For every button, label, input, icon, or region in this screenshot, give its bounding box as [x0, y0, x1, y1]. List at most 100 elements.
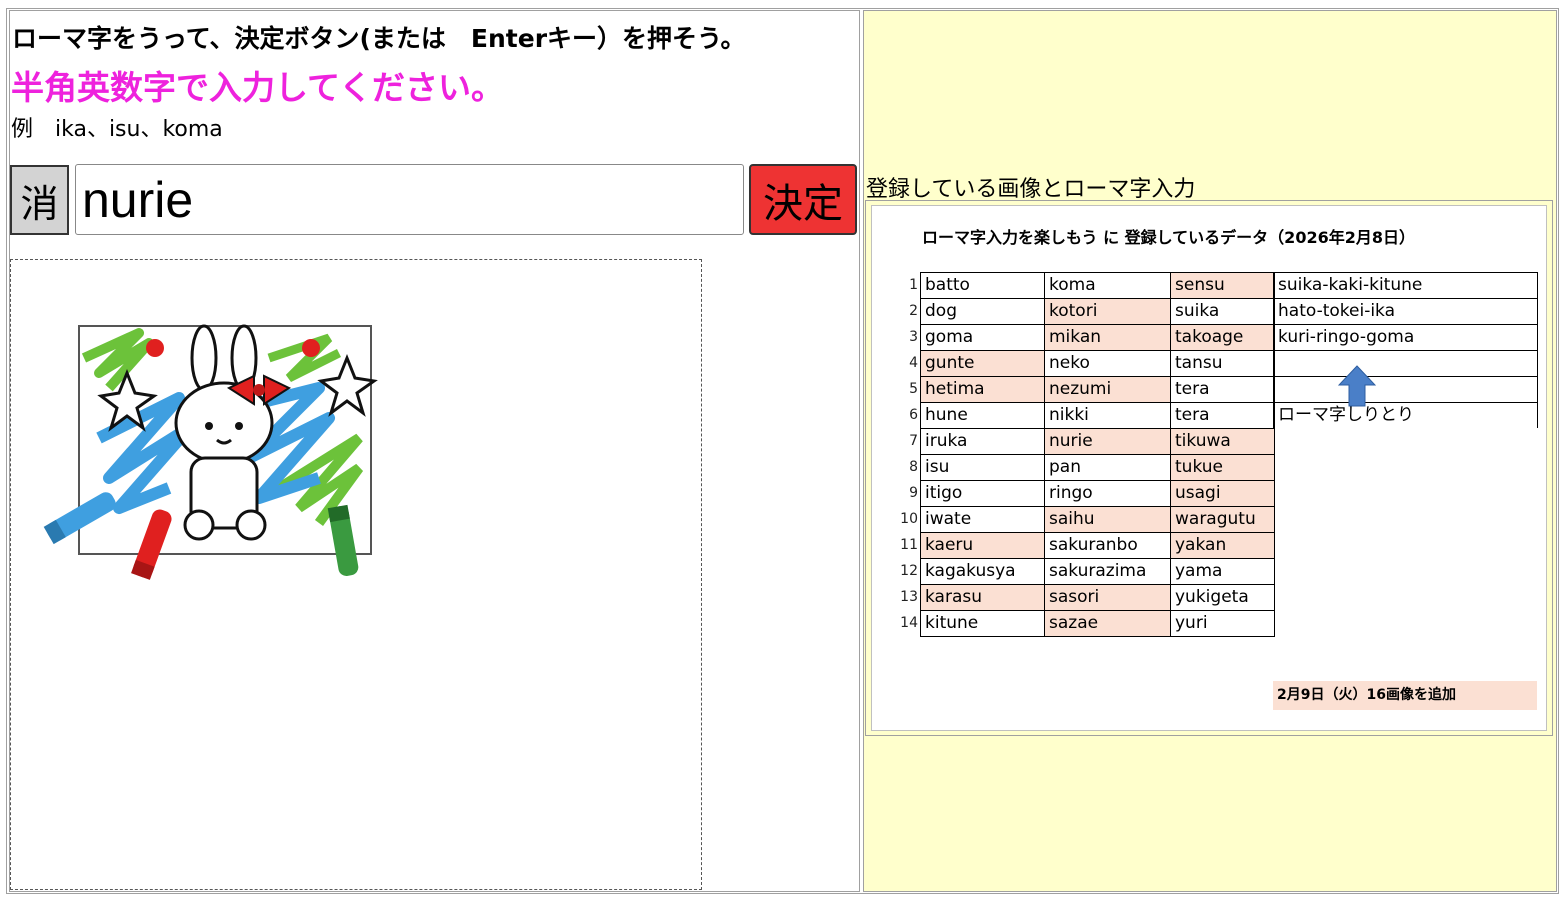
- instruction-text: ローマ字をうって、決定ボタン(または Enterキー）を押そう。: [12, 24, 746, 53]
- registered-data-image: ローマ字入力を楽しもう に 登録しているデータ（2026年2月8日） 1 batt…: [871, 205, 1547, 731]
- word-cell: iruka: [920, 428, 1045, 455]
- table-row: 4 gunte neko tansu: [900, 350, 1275, 377]
- word-cell: kaeru: [920, 532, 1045, 559]
- table-row: suika-kaki-kitune: [1273, 272, 1538, 299]
- word-cell: sakurazima: [1044, 558, 1171, 585]
- decide-button[interactable]: 決定: [749, 164, 857, 235]
- nurie-illustration: [43, 324, 378, 580]
- table-row: 12 kagakusya sakurazima yama: [900, 558, 1275, 585]
- registered-panel: 登録している画像とローマ字入力 ローマ字入力を楽しもう に 登録しているデータ（…: [863, 10, 1557, 892]
- row-number: 5: [909, 381, 918, 397]
- word-cell: sazae: [1044, 610, 1171, 637]
- word-cell: yakan: [1170, 532, 1275, 559]
- table-row: ローマ字しりとり: [1273, 402, 1538, 428]
- word-cell: sensu: [1170, 272, 1275, 299]
- registered-data-frame: ローマ字入力を楽しもう に 登録しているデータ（2026年2月8日） 1 batt…: [865, 200, 1553, 736]
- table-row: 9 itigo ringo usagi: [900, 480, 1275, 507]
- table-row: kuri-ringo-goma: [1273, 324, 1538, 351]
- up-arrow-icon: [1338, 365, 1376, 407]
- table-row: [1273, 376, 1538, 403]
- word-cell: nurie: [1044, 428, 1171, 455]
- word-cell: sakuranbo: [1044, 532, 1171, 559]
- sheet-title: ローマ字入力を楽しもう に 登録しているデータ（2026年2月8日）: [922, 228, 1415, 247]
- word-cell: kagakusya: [920, 558, 1045, 585]
- row-number: 2: [909, 303, 918, 319]
- table-row: 3 goma mikan takoage: [900, 324, 1275, 351]
- table-row: 6 hune nikki tera: [900, 402, 1275, 429]
- table-row: 13 karasu sasori yukigeta: [900, 584, 1275, 611]
- table-row: 11 kaeru sakuranbo yakan: [900, 532, 1275, 559]
- row-number: 13: [900, 589, 918, 605]
- row-number: 14: [900, 615, 918, 631]
- table-row: hato-tokei-ika: [1273, 298, 1538, 325]
- result-image-area: [10, 259, 702, 890]
- word-cell: isu: [920, 454, 1045, 481]
- word-cell: itigo: [920, 480, 1045, 507]
- table-row: 5 hetima nezumi tera: [900, 376, 1275, 403]
- word-cell: tansu: [1170, 350, 1275, 377]
- word-cell: tera: [1170, 402, 1275, 429]
- word-cell: yukigeta: [1170, 584, 1275, 611]
- word-cell: kitune: [920, 610, 1045, 637]
- word-cell: goma: [920, 324, 1045, 351]
- table-row: 14 kitune sazae yuri: [900, 610, 1275, 637]
- romaji-input[interactable]: [75, 164, 744, 235]
- word-cell: yuri: [1170, 610, 1275, 637]
- update-note: 2月9日（火）16画像を追加: [1273, 681, 1537, 710]
- word-cell: dog: [920, 298, 1045, 325]
- word-cell: hetima: [920, 376, 1045, 403]
- word-cell: suika: [1170, 298, 1275, 325]
- word-cell: kotori: [1044, 298, 1171, 325]
- word-cell: karasu: [920, 584, 1045, 611]
- word-cell: pan: [1044, 454, 1171, 481]
- chain-cell: [1273, 376, 1538, 403]
- word-cell: nezumi: [1044, 376, 1171, 403]
- registered-label: 登録している画像とローマ字入力: [866, 177, 1196, 202]
- shiritori-table: suika-kaki-kitune hato-tokei-ika kuri-ring…: [1273, 272, 1538, 428]
- row-number: 6: [909, 407, 918, 423]
- table-row: 2 dog kotori suika: [900, 298, 1275, 325]
- input-panel: ローマ字をうって、決定ボタン(または Enterキー）を押そう。 半角英数字で入…: [9, 10, 860, 892]
- table-row: 8 isu pan tukue: [900, 454, 1275, 481]
- word-table: 1 batto koma sensu 2 dog kotori suika 3 goma mikan…: [900, 272, 1275, 637]
- word-cell: mikan: [1044, 324, 1171, 351]
- word-cell: iwate: [920, 506, 1045, 533]
- word-cell: ringo: [1044, 480, 1171, 507]
- row-number: 3: [909, 329, 918, 345]
- word-cell: sasori: [1044, 584, 1171, 611]
- chain-cell: hato-tokei-ika: [1273, 298, 1538, 325]
- chain-cell: suika-kaki-kitune: [1273, 272, 1538, 299]
- table-row: 7 iruka nurie tikuwa: [900, 428, 1275, 455]
- example-text: 例 ika、isu、koma: [11, 117, 223, 142]
- word-cell: saihu: [1044, 506, 1171, 533]
- row-number: 7: [909, 433, 918, 449]
- word-cell: waragutu: [1170, 506, 1275, 533]
- table-row: 1 batto koma sensu: [900, 272, 1275, 299]
- row-number: 9: [909, 485, 918, 501]
- word-cell: gunte: [920, 350, 1045, 377]
- word-cell: tikuwa: [1170, 428, 1275, 455]
- word-cell: usagi: [1170, 480, 1275, 507]
- word-cell: yama: [1170, 558, 1275, 585]
- table-row: 10 iwate saihu waragutu: [900, 506, 1275, 533]
- clear-button[interactable]: 消: [10, 165, 69, 235]
- word-cell: batto: [920, 272, 1045, 299]
- row-number: 8: [909, 459, 918, 475]
- halfwidth-warning: 半角英数字で入力してください。: [11, 68, 505, 107]
- row-number: 1: [909, 277, 918, 293]
- row-number: 4: [909, 355, 918, 371]
- row-number: 10: [900, 511, 918, 527]
- word-cell: neko: [1044, 350, 1171, 377]
- row-number: 12: [900, 563, 918, 579]
- word-cell: hune: [920, 402, 1045, 429]
- row-number: 11: [900, 537, 918, 553]
- word-cell: koma: [1044, 272, 1171, 299]
- word-cell: takoage: [1170, 324, 1275, 351]
- chain-cell: ローマ字しりとり: [1273, 402, 1538, 428]
- table-row: [1273, 350, 1538, 377]
- word-cell: nikki: [1044, 402, 1171, 429]
- word-cell: tukue: [1170, 454, 1275, 481]
- chain-cell: [1273, 350, 1538, 377]
- chain-cell: kuri-ringo-goma: [1273, 324, 1538, 351]
- word-cell: tera: [1170, 376, 1275, 403]
